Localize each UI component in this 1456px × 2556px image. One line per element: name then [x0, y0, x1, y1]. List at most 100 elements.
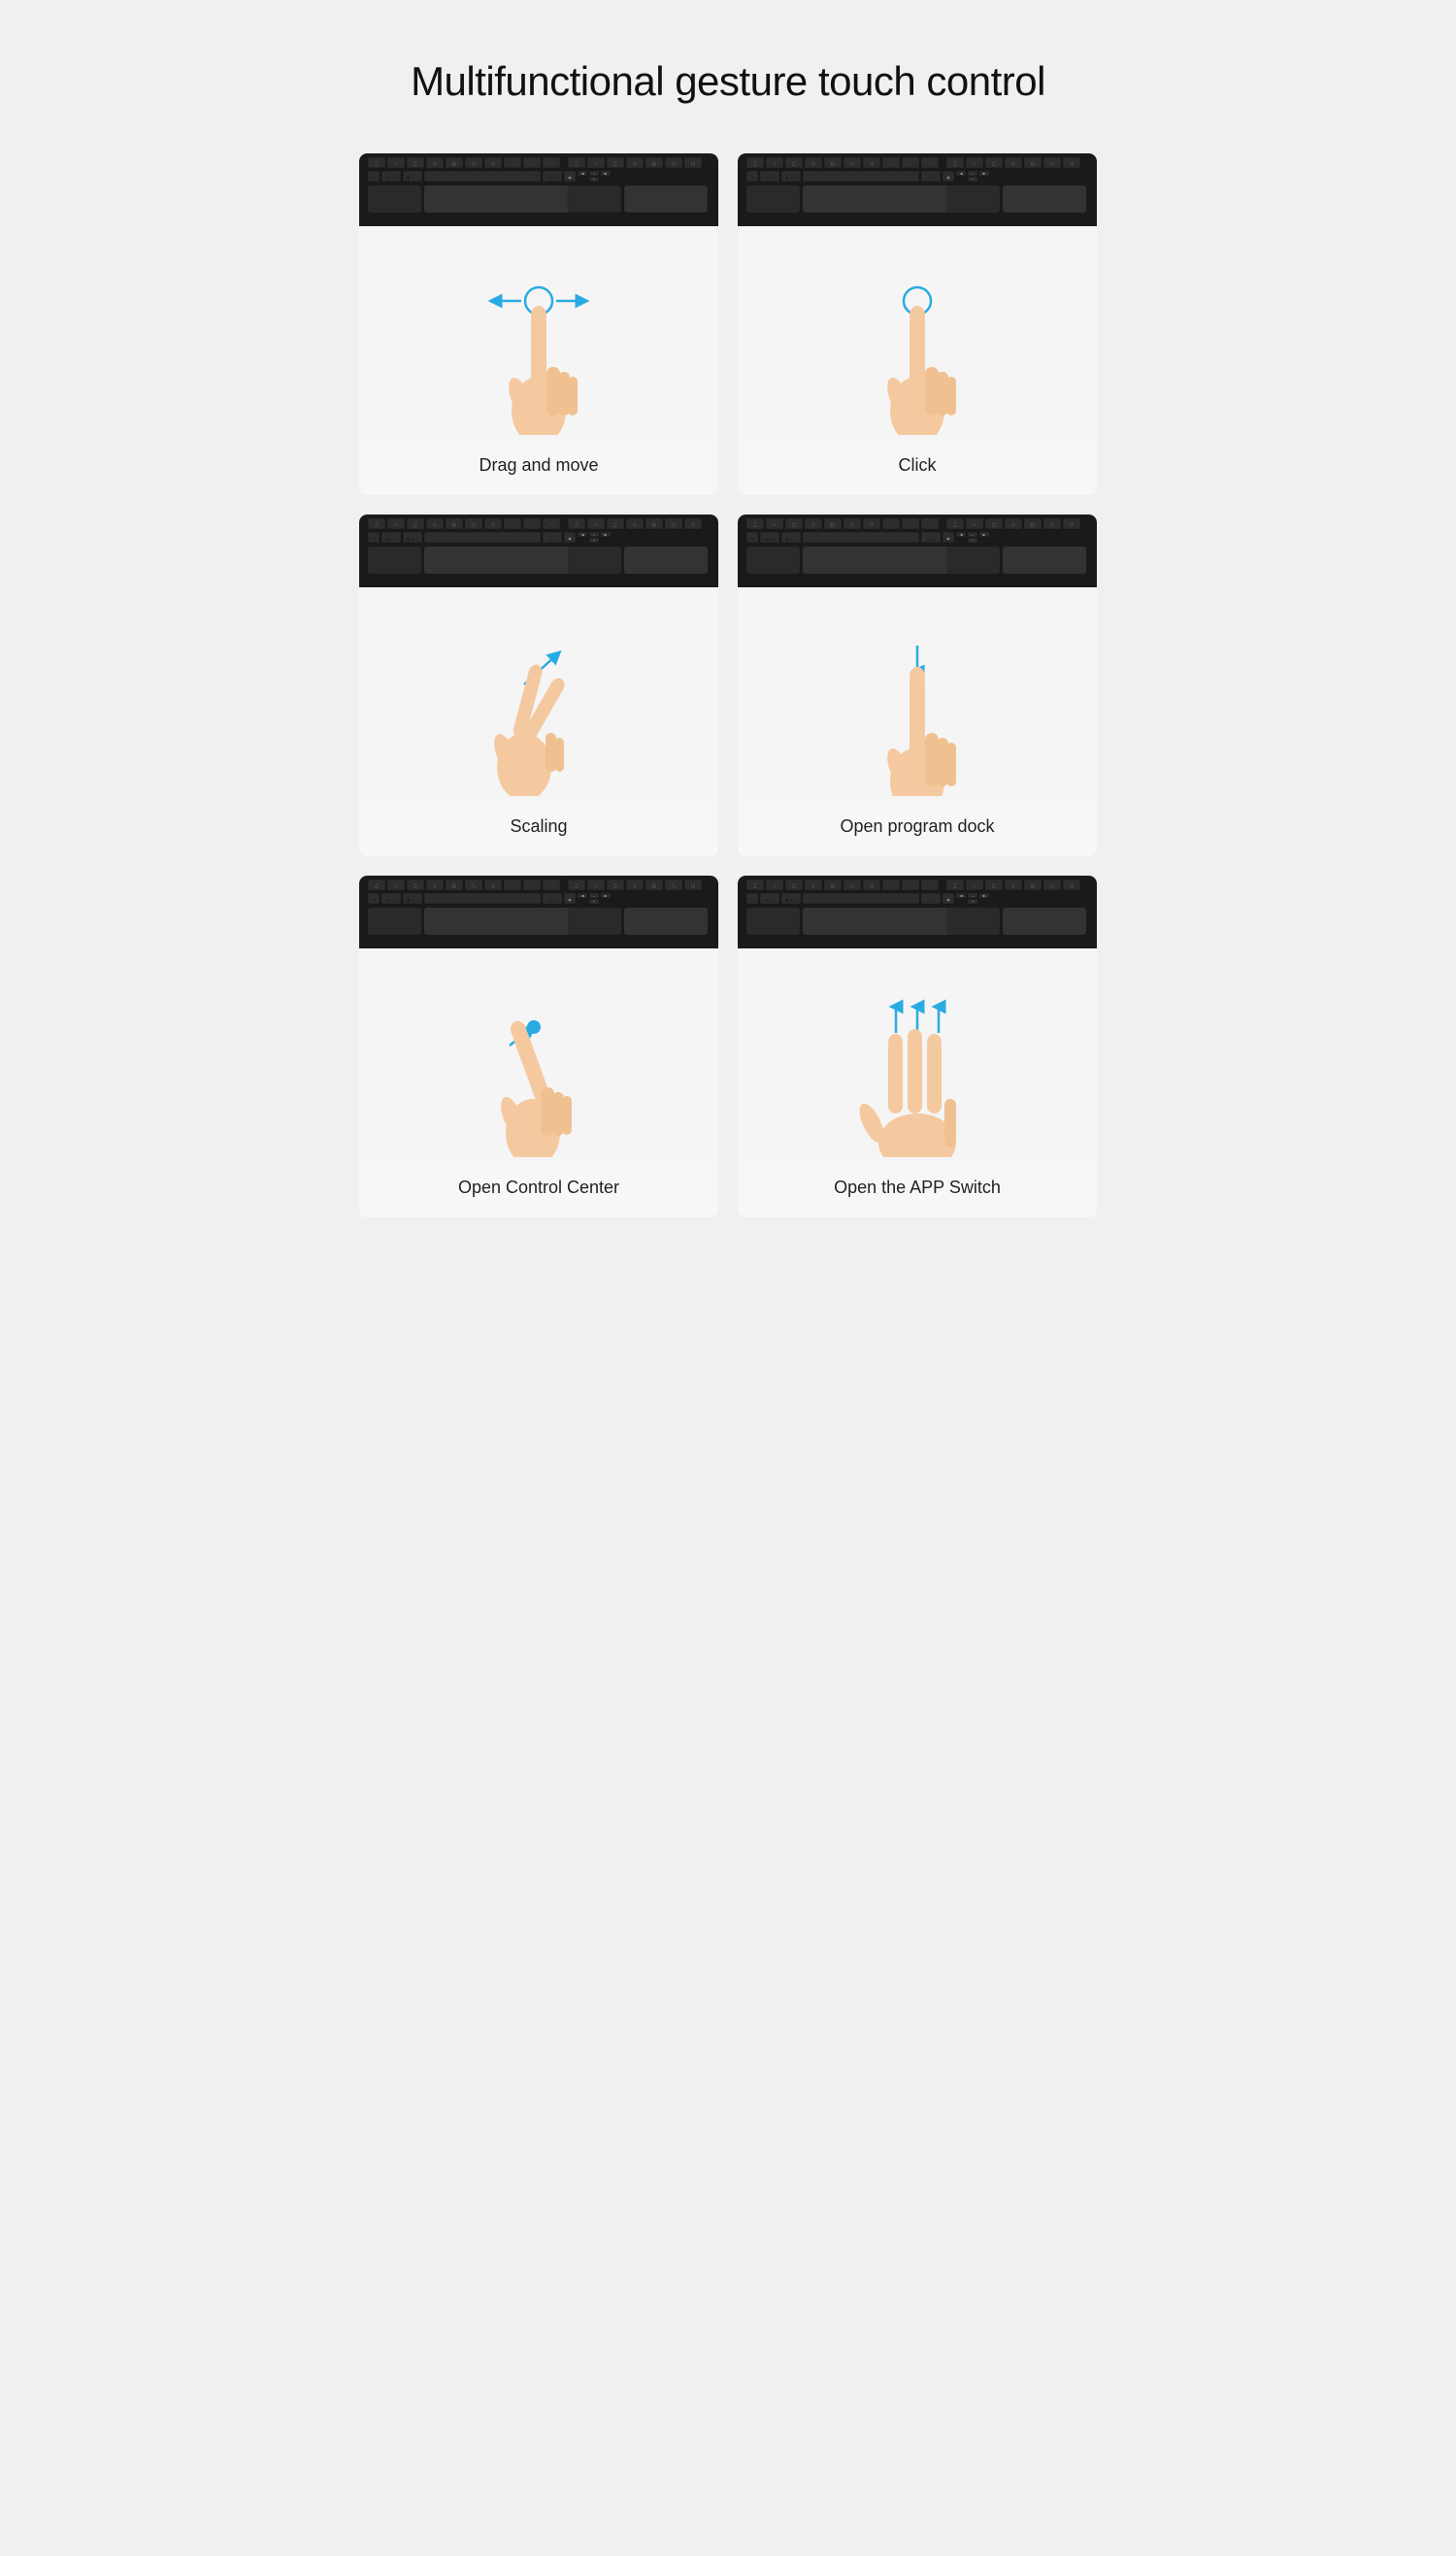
svg-text:?: ? [550, 884, 553, 890]
svg-text:X: X [394, 162, 398, 168]
svg-text:<: < [890, 523, 893, 529]
svg-text:N: N [1050, 162, 1054, 168]
svg-text:N: N [672, 884, 676, 890]
gesture-card-control-center: Z X C V B N M < > ? Z X C V B N M [359, 876, 718, 1217]
svg-text:fn: fn [750, 176, 753, 181]
hand-program-dock [738, 587, 1097, 801]
svg-text:?: ? [929, 162, 932, 168]
svg-text:alt opt: alt opt [765, 898, 777, 903]
svg-text:M: M [1070, 162, 1075, 168]
svg-text:cmd: cmd [927, 898, 935, 903]
svg-text:cmd: cmd [548, 176, 556, 181]
svg-text:<: < [512, 162, 514, 168]
hand-control-center [359, 948, 718, 1162]
svg-text:C: C [792, 523, 797, 529]
gesture-card-click: Z X C V B N M < > ? Z X C V B N M [738, 153, 1097, 495]
svg-text:<: < [512, 884, 514, 890]
svg-text:B: B [452, 523, 456, 529]
svg-text:Z: Z [753, 523, 757, 529]
svg-text:▲: ▲ [593, 172, 596, 176]
keyboard-click: Z X C V B N M < > ? Z X C V B N M [738, 153, 1097, 226]
svg-text:N: N [850, 523, 854, 529]
svg-text:▼: ▼ [593, 539, 596, 543]
hand-drag-move [359, 226, 718, 440]
svg-text:⌘ cmd: ⌘ cmd [785, 898, 798, 903]
program-dock-illustration [820, 592, 1014, 796]
svg-text:V: V [1011, 884, 1015, 890]
svg-text:N: N [472, 523, 476, 529]
svg-text:N: N [1050, 884, 1054, 890]
svg-text:M: M [691, 884, 696, 890]
svg-text:<: < [890, 884, 893, 890]
svg-text:V: V [633, 523, 637, 529]
svg-text:alt opt: alt opt [386, 537, 398, 542]
svg-text:N: N [472, 162, 476, 168]
svg-text:?: ? [929, 523, 932, 529]
svg-text:>: > [910, 884, 912, 890]
svg-text:✱: ✱ [568, 898, 572, 904]
svg-text:C: C [414, 884, 418, 890]
control-center-illustration [442, 953, 636, 1157]
svg-text:Z: Z [953, 523, 957, 529]
click-illustration [820, 231, 1014, 435]
svg-text:X: X [773, 162, 777, 168]
svg-text:V: V [1011, 162, 1015, 168]
gesture-card-drag-move: Z X C V B N M < > ? Z X C V B N [359, 153, 718, 495]
svg-text:⌘ cmd: ⌘ cmd [785, 537, 798, 542]
svg-text:B: B [1031, 162, 1035, 168]
svg-text:M: M [870, 884, 875, 890]
svg-text:⌘ cmd: ⌘ cmd [785, 176, 798, 181]
svg-text:N: N [472, 884, 476, 890]
svg-text:fn: fn [750, 898, 753, 903]
svg-text:fn: fn [372, 537, 375, 542]
svg-text:✱: ✱ [946, 176, 950, 182]
svg-text:B: B [652, 523, 656, 529]
svg-text:?: ? [929, 884, 932, 890]
svg-text:V: V [1011, 523, 1015, 529]
svg-text:cmd: cmd [548, 898, 556, 903]
svg-text:cmd: cmd [548, 537, 556, 542]
svg-text:X: X [594, 162, 598, 168]
svg-text:▲: ▲ [593, 894, 596, 898]
svg-text:C: C [613, 884, 618, 890]
svg-text:C: C [792, 162, 797, 168]
gesture-card-program-dock: Z X C V B N M < > ? Z X C V B N M [738, 515, 1097, 856]
svg-text:C: C [992, 884, 997, 890]
svg-text:alt opt: alt opt [765, 537, 777, 542]
svg-text:M: M [691, 162, 696, 168]
svg-text:V: V [433, 884, 437, 890]
svg-text:>: > [531, 884, 534, 890]
svg-text:fn: fn [372, 898, 375, 903]
svg-text:X: X [594, 523, 598, 529]
svg-text:N: N [1050, 523, 1054, 529]
hand-app-switch [738, 948, 1097, 1162]
svg-text:✱: ✱ [946, 898, 950, 904]
caption-control-center: Open Control Center [448, 1162, 629, 1217]
svg-text:X: X [773, 523, 777, 529]
page: Multifunctional gesture touch control Z … [320, 0, 1136, 1276]
svg-text:M: M [491, 162, 496, 168]
svg-text:X: X [394, 523, 398, 529]
svg-text:Z: Z [575, 162, 579, 168]
svg-text:Z: Z [575, 884, 579, 890]
svg-text:Z: Z [375, 884, 379, 890]
svg-text:C: C [792, 884, 797, 890]
svg-text:✱: ✱ [946, 537, 950, 543]
svg-text:Z: Z [953, 884, 957, 890]
svg-text:C: C [613, 523, 618, 529]
svg-text:B: B [1031, 884, 1035, 890]
page-title: Multifunctional gesture touch control [359, 58, 1097, 105]
svg-text:alt opt: alt opt [765, 176, 777, 181]
svg-text:Z: Z [753, 162, 757, 168]
svg-text:Z: Z [575, 523, 579, 529]
svg-text:X: X [973, 884, 976, 890]
caption-program-dock: Open program dock [830, 801, 1004, 856]
svg-text:alt opt: alt opt [386, 176, 398, 181]
svg-text:C: C [992, 523, 997, 529]
svg-text:N: N [850, 884, 854, 890]
svg-text:V: V [811, 523, 815, 529]
svg-text:X: X [594, 884, 598, 890]
hand-click [738, 226, 1097, 440]
svg-text:B: B [652, 162, 656, 168]
svg-text:<: < [512, 523, 514, 529]
